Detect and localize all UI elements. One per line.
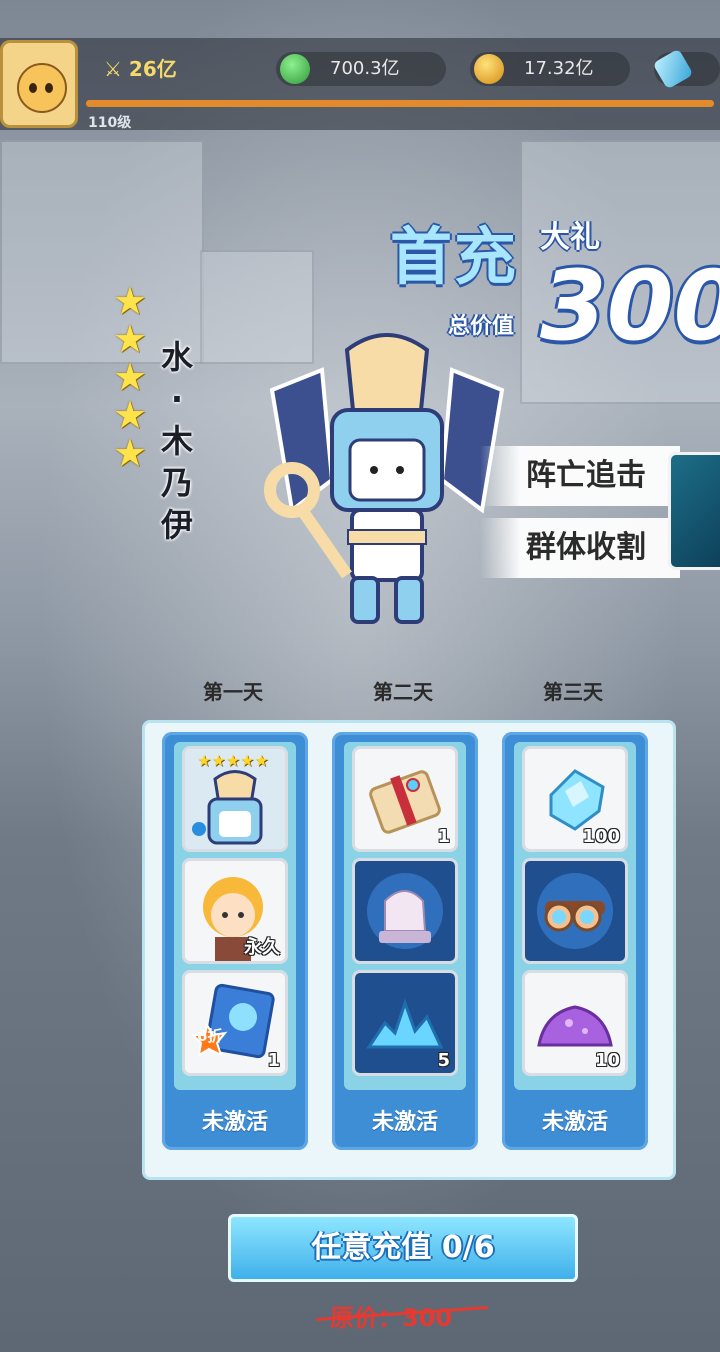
reward-count: 5 [437,1050,450,1071]
green-orb-icon [280,54,310,84]
combat-power: ⚔ 26亿 [104,52,177,86]
day-2-label: 第二天 [373,680,433,704]
star-icon: ★ [112,317,148,361]
hero-name-char: · [170,380,184,418]
resource-green-value: 700.3亿 [330,58,400,79]
reward-blue-crystal-pile[interactable]: 5 [352,970,458,1076]
bg-building-left [0,140,204,364]
lion-statue-icon [367,873,443,949]
day-3-column: 100 10 未激活 [502,732,648,1150]
skill-tag-2: 群体收割 [480,518,680,578]
resource-gold-value: 17.32亿 [524,58,594,79]
star-icon: ★ [112,355,148,399]
hero-star-rating: ★ ★ ★ ★ ★ [110,282,150,472]
discount-badge: 6折 [197,1027,223,1045]
reward-count: 永久 [244,937,280,958]
day-1-column: ★★★★★ 永久 6折 1 未激活 [162,732,308,1150]
reward-scroll[interactable]: 1 [352,746,458,852]
day-2-status: 未激活 [371,1110,438,1135]
reward-goggles[interactable] [522,858,628,964]
resource-green[interactable]: 700.3亿 [276,52,446,86]
day-3-status: 未激活 [541,1110,608,1135]
reward-count: 10 [594,1050,620,1071]
resource-gold[interactable]: 17.32亿 [470,52,630,86]
day-3-label: 第三天 [543,680,603,704]
hero-name-char: 木 [160,422,193,460]
reward-count: 1 [437,826,450,847]
player-avatar[interactable] [0,40,78,128]
recharge-button[interactable]: 任意充值 0/6 [228,1214,578,1282]
title-first-recharge: 首充 [390,220,519,293]
reward-blonde-skin-card[interactable]: 永久 [182,858,288,964]
title-total-value: 300 [540,250,720,362]
reward-lion-statue[interactable] [352,858,458,964]
gold-orb-icon [474,54,504,84]
star-icon: ★ [112,393,148,437]
xp-bar-fill [86,100,714,107]
five-star-badge: ★★★★★ [197,751,269,770]
hero-name-char: 伊 [160,506,193,544]
hero-name-char: 水 [160,338,193,376]
reward-mummy-hero-card[interactable]: ★★★★★ [182,746,288,852]
star-icon: ★ [112,279,148,323]
day-1-status: 未激活 [201,1110,268,1135]
avatar-face-icon [17,63,67,113]
day-1-label: 第一天 [203,680,263,704]
skill-burst-icon[interactable] [668,452,720,570]
hero-name-char: 乃 [160,464,193,502]
reward-diamond[interactable]: 100 [522,746,628,852]
combat-power-value: 26亿 [128,57,177,81]
xp-bar [86,100,714,107]
goggles-icon [537,873,613,949]
player-level: 110级 [88,115,132,131]
reward-discount-crate[interactable]: 6折 1 [182,970,288,1076]
reward-count: 1 [267,1050,280,1071]
star-icon: ★ [112,431,148,475]
crossed-swords-icon: ⚔ [104,57,129,81]
skill-tag-1: 阵亡追击 [480,446,680,506]
reward-purple-dust[interactable]: 10 [522,970,628,1076]
day-2-column: 1 5 未激活 [332,732,478,1150]
resource-crystal[interactable] [652,48,720,90]
hero-name: 水 · 木乃伊 [160,336,194,546]
reward-count: 100 [582,826,620,847]
